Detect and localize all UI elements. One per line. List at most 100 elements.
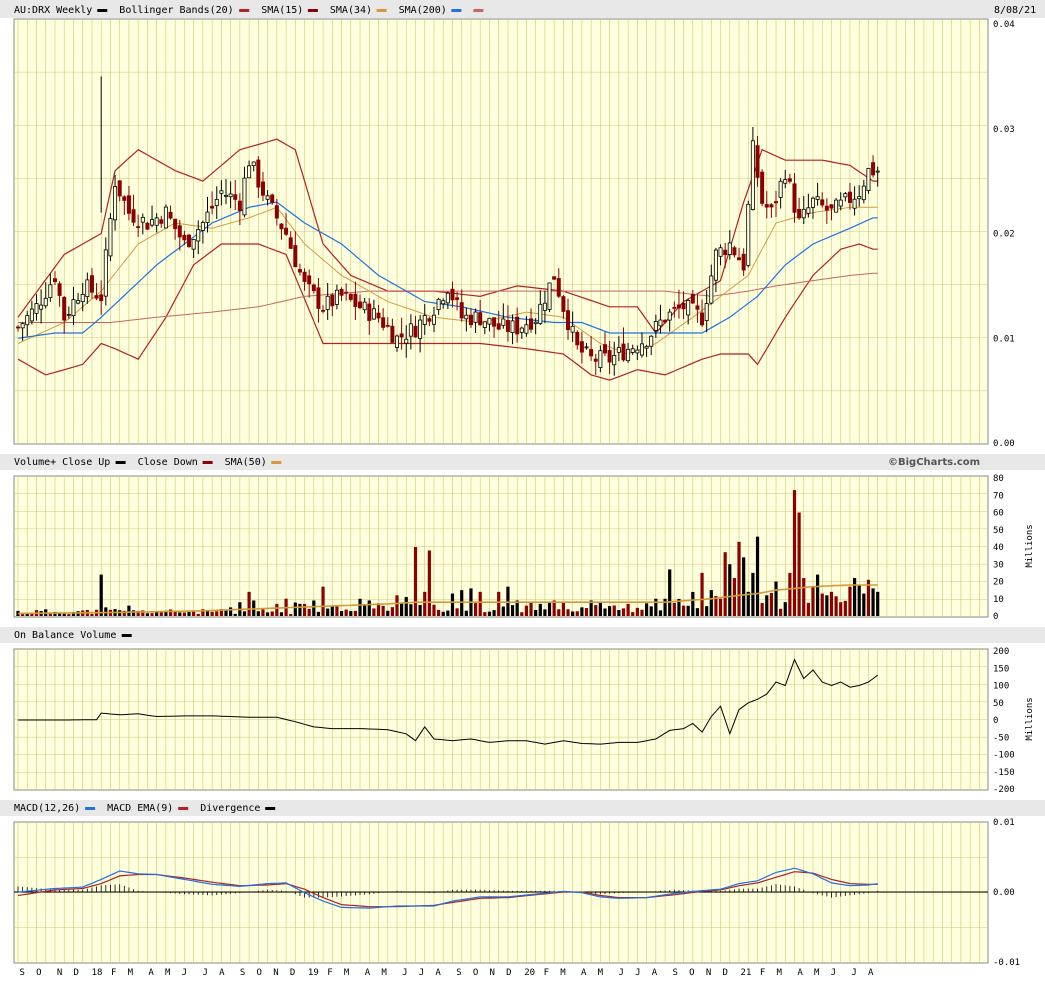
candle-body <box>196 229 201 242</box>
candle-body <box>792 183 797 213</box>
volume-bar <box>820 593 824 616</box>
header-date: 8/08/21 <box>994 5 1036 16</box>
volume-bar <box>557 609 561 616</box>
volume-bar <box>178 612 182 616</box>
volume-bar <box>654 598 658 616</box>
y-tick-label: 0.01 <box>993 818 1015 828</box>
obv-legend-bar <box>0 627 1045 643</box>
volume-bar <box>561 602 565 616</box>
candle-body <box>182 234 187 241</box>
volume-bar <box>450 593 455 616</box>
candle-body <box>302 271 307 282</box>
volume-bar <box>774 581 778 616</box>
candle-body <box>29 308 34 322</box>
x-tick-label: M <box>165 968 171 978</box>
y-tick-label: 30 <box>993 560 1004 570</box>
volume-bar <box>247 591 251 616</box>
volume-bar <box>372 608 376 616</box>
candle-body <box>658 319 663 327</box>
legend-label: SMA(34) <box>330 5 372 16</box>
volume-bar <box>460 590 464 616</box>
volume-bar <box>229 607 233 616</box>
x-tick-label: S <box>673 968 678 978</box>
legend-swatch <box>376 9 387 12</box>
candle-body <box>834 199 839 213</box>
legend-swatch <box>178 807 189 810</box>
obv-y-label: Millions <box>1025 697 1035 740</box>
y-tick-label: 0.00 <box>993 439 1015 449</box>
candle-body <box>750 140 755 210</box>
volume-bar <box>127 605 131 616</box>
candle-body <box>279 223 284 230</box>
candle-body <box>616 347 621 353</box>
volume-bar <box>487 611 492 616</box>
candle-body <box>177 225 182 238</box>
legend-label: SMA(15) <box>261 5 303 16</box>
volume-bar <box>90 613 94 616</box>
volume-bar <box>196 613 200 616</box>
candle-body <box>598 350 603 368</box>
candle-body <box>270 194 275 203</box>
candle-body <box>732 247 737 256</box>
volume-bar <box>700 572 704 616</box>
candle-body <box>723 249 728 256</box>
candle-body <box>43 297 48 307</box>
candle-body <box>311 284 316 292</box>
legend-label: On Balance Volume <box>14 630 116 641</box>
volume-bar <box>367 600 371 616</box>
macd-legend: MACD(12,26) MACD EMA(9) Divergence <box>14 803 276 814</box>
x-tick-label: J <box>182 968 187 978</box>
volume-bar <box>349 610 353 616</box>
x-tick-label: J <box>419 968 424 978</box>
volume-bar <box>316 611 321 616</box>
volume-bar <box>871 588 875 616</box>
candle-body <box>450 288 455 301</box>
volume-bar <box>668 569 672 616</box>
volume-bar <box>603 608 607 616</box>
x-tick-label: F <box>760 968 765 978</box>
x-tick-label: D <box>74 968 79 978</box>
y-tick-label: 20 <box>993 578 1004 588</box>
candle-body <box>529 318 534 330</box>
y-tick-label: 100 <box>993 682 1009 692</box>
volume-bar <box>390 607 394 616</box>
volume-bar <box>640 609 644 616</box>
candle-body <box>566 310 571 331</box>
candle-body <box>108 218 113 257</box>
candle-body <box>524 324 529 334</box>
candle-body <box>358 301 363 309</box>
legend-swatch <box>307 9 318 12</box>
candle-body <box>200 222 205 231</box>
volume-bar <box>612 605 616 616</box>
candle-body <box>344 291 349 294</box>
candle-body <box>205 211 210 223</box>
volume-bar <box>876 591 880 616</box>
volume-bar <box>839 602 843 616</box>
volume-bar <box>145 613 150 616</box>
candle-body <box>122 196 127 201</box>
volume-bar <box>543 609 547 616</box>
volume-bar <box>769 592 773 616</box>
candle-body <box>676 304 681 309</box>
stock-chart: 8/08/21 AU:DRX Weekly Bollinger Bands(20)… <box>0 0 1045 981</box>
volume-bar <box>792 490 797 616</box>
volume-bar <box>293 602 297 616</box>
candle-body <box>686 300 691 316</box>
candle-body <box>371 308 376 320</box>
watermark: ©BigCharts.com <box>888 457 980 468</box>
candle-body <box>815 196 820 200</box>
volume-bar <box>547 602 552 616</box>
candle-body <box>418 319 423 339</box>
candle-body <box>542 302 547 311</box>
volume-legend: Volume+ Close Up Close Down SMA(50) <box>14 457 282 468</box>
candle-body <box>62 296 67 321</box>
candle-body <box>690 293 695 304</box>
candle-body <box>159 219 164 224</box>
y-tick-label: 0 <box>993 612 998 622</box>
x-tick-label: A <box>797 968 803 978</box>
candle-body <box>307 275 312 285</box>
volume-bar <box>788 572 792 616</box>
volume-bar <box>732 578 737 616</box>
candle-body <box>57 283 62 296</box>
x-tick-label: S <box>240 968 245 978</box>
